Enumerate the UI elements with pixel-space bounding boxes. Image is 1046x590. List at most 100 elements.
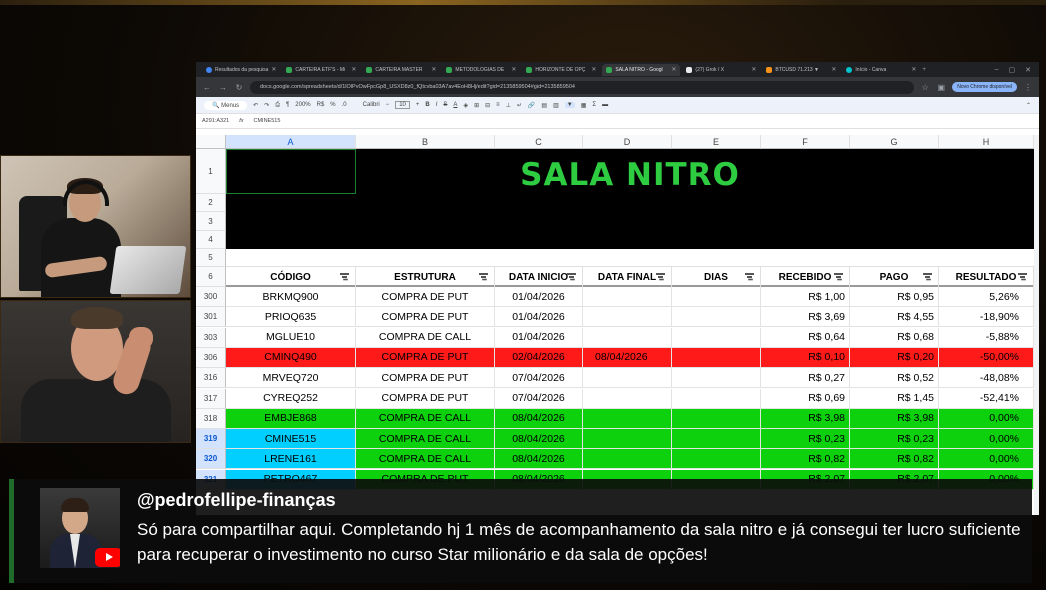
url-field[interactable]: docs.google.com/spreadsheets/d/1lOlPvOwF… xyxy=(250,80,915,94)
close-icon[interactable]: ✕ xyxy=(271,66,276,73)
cell-recebido[interactable]: R$ 0,64 xyxy=(761,327,850,348)
collapse-toolbar-icon[interactable]: ⌃ xyxy=(1026,102,1031,109)
close-icon[interactable]: ✕ xyxy=(671,66,676,73)
font-size-plus[interactable]: + xyxy=(416,102,420,108)
strikethrough-icon[interactable]: S xyxy=(443,102,447,108)
redo-icon[interactable]: ↷ xyxy=(264,102,269,109)
menus-search[interactable]: 🔍 Menus xyxy=(204,100,248,110)
cell-final[interactable] xyxy=(583,449,672,470)
cell-inicio[interactable]: 08/04/2026 xyxy=(495,429,583,450)
close-icon[interactable]: ✕ xyxy=(831,66,836,73)
back-icon[interactable]: ← xyxy=(202,83,212,92)
col-header-a[interactable]: A xyxy=(226,135,356,149)
row-header[interactable]: 319 xyxy=(196,429,226,450)
cell-inicio[interactable]: 07/04/2026 xyxy=(495,368,583,389)
tab-8[interactable]: Início - Canva ✕ xyxy=(842,64,920,76)
cell-code[interactable]: EMBJE868 xyxy=(226,408,356,429)
close-icon[interactable]: ✕ xyxy=(511,66,516,73)
cell-code[interactable]: CMINE515 xyxy=(226,429,356,450)
cell-pago[interactable]: R$ 0,68 xyxy=(850,327,939,348)
cell-inicio[interactable]: 01/04/2026 xyxy=(495,327,583,348)
valign-icon[interactable]: ⊥ xyxy=(506,102,511,109)
filter-icon[interactable] xyxy=(567,273,576,280)
row-header[interactable]: 2 xyxy=(196,194,226,212)
cell-dias[interactable] xyxy=(672,347,761,368)
cell-dias[interactable] xyxy=(672,287,761,307)
functions-icon[interactable]: Σ xyxy=(592,102,596,108)
cell-code[interactable]: CYREQ252 xyxy=(226,388,356,409)
cell-resultado[interactable]: -52,41% xyxy=(939,388,1034,409)
tab-3[interactable]: METODOLOGIAS DE ✕ xyxy=(442,64,520,76)
cell-estrutura[interactable]: COMPRA DE PUT xyxy=(356,287,495,307)
decimal-icon[interactable]: .0 xyxy=(342,102,347,108)
extensions-icon[interactable]: ▣ xyxy=(936,83,946,92)
font-size-minus[interactable]: − xyxy=(386,102,390,108)
cell-estrutura[interactable]: COMPRA DE CALL xyxy=(356,327,495,348)
cell-code[interactable]: MGLUE10 xyxy=(226,327,356,348)
select-all-corner[interactable] xyxy=(196,135,226,149)
cell-code[interactable]: LRENE161 xyxy=(226,449,356,470)
tab-6[interactable]: (27) Grok / X ✕ xyxy=(682,64,760,76)
row-header[interactable]: 301 xyxy=(196,307,226,328)
cell-resultado[interactable]: 5,26% xyxy=(939,287,1034,307)
tab-5-active[interactable]: SALA NITRO - Googl ✕ xyxy=(602,63,681,76)
cell-estrutura[interactable]: COMPRA DE CALL xyxy=(356,408,495,429)
minimize-icon[interactable]: – xyxy=(995,66,999,74)
cell-recebido[interactable]: R$ 3,69 xyxy=(761,307,850,328)
chart-icon[interactable]: ▥ xyxy=(553,102,559,109)
chrome-update-button[interactable]: Novo Chrome disponível xyxy=(952,82,1017,92)
filter-icon[interactable] xyxy=(1018,273,1027,280)
cell-final[interactable] xyxy=(583,408,672,429)
close-icon[interactable]: ✕ xyxy=(351,66,356,73)
cell-recebido[interactable]: R$ 0,27 xyxy=(761,368,850,389)
col-header-c[interactable]: C xyxy=(495,135,583,149)
cell-dias[interactable] xyxy=(672,408,761,429)
cell-recebido[interactable]: R$ 0,82 xyxy=(761,449,850,470)
row-header[interactable]: 5 xyxy=(196,249,226,267)
filter-icon[interactable] xyxy=(656,273,665,280)
cell-dias[interactable] xyxy=(672,327,761,348)
close-icon[interactable]: ✕ xyxy=(591,66,596,73)
cell-pago[interactable]: R$ 0,23 xyxy=(850,429,939,450)
cell-code[interactable]: CMINQ490 xyxy=(226,347,356,368)
cell-estrutura[interactable]: COMPRA DE CALL xyxy=(356,429,495,450)
cell-resultado[interactable]: -18,90% xyxy=(939,307,1034,328)
currency-icon[interactable]: R$ xyxy=(317,102,325,108)
cell-resultado[interactable]: -5,88% xyxy=(939,327,1034,348)
cell-final[interactable] xyxy=(583,388,672,409)
color-scale-icon[interactable]: ▬ xyxy=(602,102,608,108)
filter-icon[interactable] xyxy=(923,273,932,280)
cell-resultado[interactable]: 0,00% xyxy=(939,429,1034,450)
close-icon[interactable]: ✕ xyxy=(431,66,436,73)
cell-code[interactable]: MRVEQ720 xyxy=(226,368,356,389)
cell-dias[interactable] xyxy=(672,368,761,389)
bookmark-icon[interactable]: ☆ xyxy=(920,83,930,92)
cell-resultado[interactable]: 0,00% xyxy=(939,408,1034,429)
cell-dias[interactable] xyxy=(672,429,761,450)
link-icon[interactable]: 🔗 xyxy=(528,102,535,109)
forward-icon[interactable]: → xyxy=(218,83,228,92)
cell-inicio[interactable]: 01/04/2026 xyxy=(495,287,583,307)
zoom-select[interactable]: 200% xyxy=(295,102,310,108)
reload-icon[interactable]: ↻ xyxy=(234,83,244,92)
row-header[interactable]: 318 xyxy=(196,408,226,429)
filter-icon[interactable] xyxy=(340,273,349,280)
tab-7[interactable]: BTCUSD 71.213 ▼ ✕ xyxy=(762,64,840,76)
cell-recebido[interactable]: R$ 3,98 xyxy=(761,408,850,429)
close-icon[interactable]: ✕ xyxy=(911,66,916,73)
row-header[interactable]: 316 xyxy=(196,368,226,389)
filter-icon[interactable] xyxy=(745,273,754,280)
cell-inicio[interactable]: 07/04/2026 xyxy=(495,388,583,409)
cell-estrutura[interactable]: COMPRA DE PUT xyxy=(356,368,495,389)
percent-icon[interactable]: % xyxy=(330,102,335,108)
cell-code[interactable]: BRKMQ900 xyxy=(226,287,356,307)
col-header-b[interactable]: B xyxy=(356,135,495,149)
row-header[interactable]: 6 xyxy=(196,267,226,287)
name-box[interactable]: A291:A321 xyxy=(202,118,229,124)
tab-1[interactable]: CARTEIRA ETF'S - Mi ✕ xyxy=(282,64,360,76)
close-window-icon[interactable]: ✕ xyxy=(1025,66,1031,74)
cell-pago[interactable]: R$ 0,82 xyxy=(850,449,939,470)
col-header-f[interactable]: F xyxy=(761,135,850,149)
cell-inicio[interactable]: 02/04/2026 xyxy=(495,347,583,368)
text-color-icon[interactable]: A xyxy=(453,102,457,108)
